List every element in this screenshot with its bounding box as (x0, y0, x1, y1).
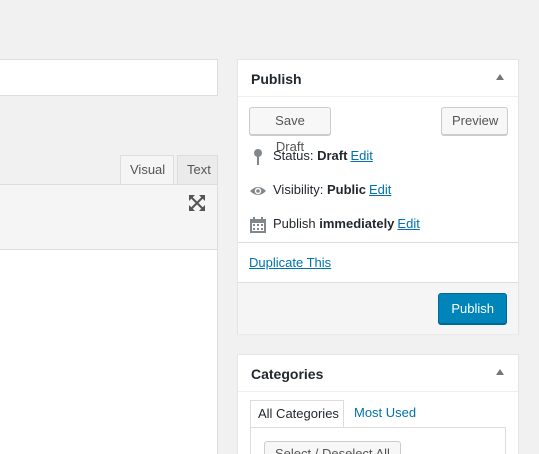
status-label: Status: (273, 148, 314, 163)
status-row: Status: Draft Edit (249, 146, 373, 166)
tab-all-categories[interactable]: All Categories (250, 400, 344, 428)
categories-box: Categories All Categories Most Used Sele… (237, 354, 519, 454)
save-draft-button[interactable]: Save Draft (249, 107, 331, 154)
editor-toolbar (0, 184, 218, 250)
select-deselect-all-button[interactable]: Select / Deselect All (264, 441, 401, 454)
toggle-arrow-icon[interactable] (496, 74, 504, 80)
categories-box-title: Categories (251, 366, 324, 382)
tab-visual[interactable]: Visual (120, 155, 174, 185)
publish-box-header[interactable]: Publish (238, 60, 518, 97)
status-value: Draft (317, 148, 348, 163)
schedule-row: Publish immediately Edit (249, 214, 420, 234)
preview-button[interactable]: Preview (441, 107, 508, 135)
visibility-value: Public (326, 182, 366, 197)
categories-box-header[interactable]: Categories (238, 355, 518, 392)
status-edit-link[interactable]: Edit (350, 148, 372, 163)
publish-button[interactable]: Publish (438, 293, 507, 324)
divider (238, 242, 518, 243)
visibility-label: Visibility: (273, 182, 324, 197)
visibility-edit-link[interactable]: Edit (369, 182, 391, 197)
editor-content-area[interactable] (0, 250, 218, 454)
tab-text[interactable]: Text (177, 155, 218, 185)
eye-icon (249, 182, 267, 200)
toggle-arrow-icon[interactable] (496, 369, 504, 375)
pin-icon (249, 148, 267, 166)
post-title-input[interactable] (0, 59, 218, 96)
schedule-label: Publish (273, 216, 316, 231)
schedule-edit-link[interactable]: Edit (397, 216, 419, 231)
publish-box-title: Publish (251, 71, 302, 87)
fullscreen-icon[interactable] (188, 194, 206, 212)
major-publishing-actions: Publish (238, 282, 518, 334)
schedule-value: immediately (319, 216, 395, 231)
category-list-panel: Select / Deselect All (250, 427, 506, 454)
visibility-row: Visibility: Public Edit (249, 180, 391, 200)
duplicate-this-link[interactable]: Duplicate This (249, 255, 331, 270)
calendar-icon (249, 216, 267, 234)
tab-most-used[interactable]: Most Used (354, 400, 416, 428)
publish-box: Publish Save Draft Preview Status: Draft… (237, 59, 519, 334)
